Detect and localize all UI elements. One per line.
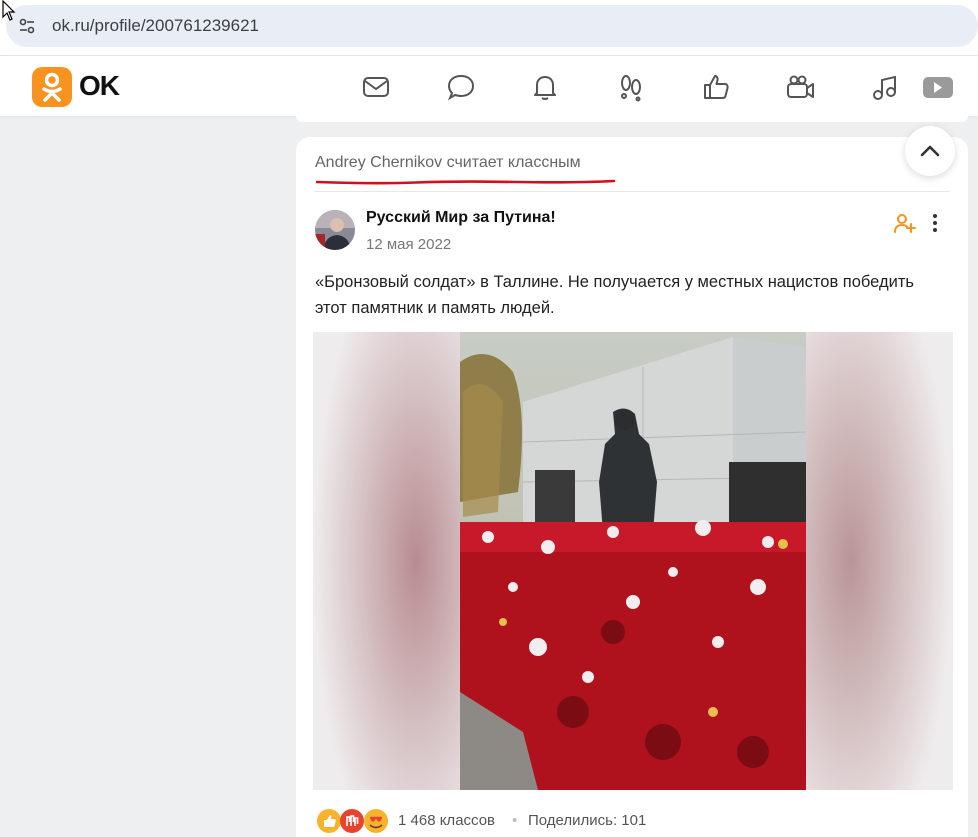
bell-icon[interactable] (530, 72, 560, 102)
guests-icon[interactable] (616, 72, 646, 102)
reaction-emojis-icon[interactable] (316, 808, 390, 834)
feed-post-card: Andrey Chernikov считает классным Русски… (296, 137, 968, 837)
site-settings-icon[interactable] (18, 17, 36, 35)
more-options-icon[interactable] (924, 211, 946, 235)
divider (314, 191, 950, 192)
like-icon[interactable] (701, 72, 731, 102)
mail-icon[interactable] (361, 72, 391, 102)
mouse-cursor-icon (2, 0, 16, 21)
video-camera-icon[interactable] (785, 72, 815, 102)
site-header: OK (0, 55, 978, 116)
ok-wordmark[interactable]: OK (79, 70, 120, 102)
post-photo[interactable] (313, 332, 953, 790)
chat-icon[interactable] (446, 72, 476, 102)
add-friend-icon[interactable] (892, 211, 916, 235)
browser-toolbar: ok.ru/profile/200761239621 (0, 0, 978, 55)
post-text: «Бронзовый солдат» в Таллине. Не получае… (315, 273, 914, 317)
chevron-up-icon (920, 145, 940, 157)
music-icon[interactable] (870, 72, 900, 102)
video-play-icon[interactable] (921, 72, 953, 102)
likes-count[interactable]: 1 468 классов (398, 812, 495, 829)
url-text[interactable]: ok.ru/profile/200761239621 (52, 16, 259, 36)
scroll-to-top-button[interactable] (905, 126, 955, 176)
activity-line[interactable]: Andrey Chernikov считает классным (315, 154, 581, 172)
address-bar[interactable]: ok.ru/profile/200761239621 (6, 5, 978, 47)
red-underline-annotation (316, 179, 616, 185)
post-author[interactable]: Русский Мир за Путина! (366, 209, 556, 227)
shares-count[interactable]: Поделились: 101 (528, 812, 646, 829)
post-date[interactable]: 12 мая 2022 (366, 236, 451, 253)
previous-card-edge (296, 116, 968, 122)
ok-logo-icon[interactable] (32, 67, 72, 107)
separator-dot: • (512, 812, 518, 829)
author-avatar[interactable] (315, 210, 355, 250)
